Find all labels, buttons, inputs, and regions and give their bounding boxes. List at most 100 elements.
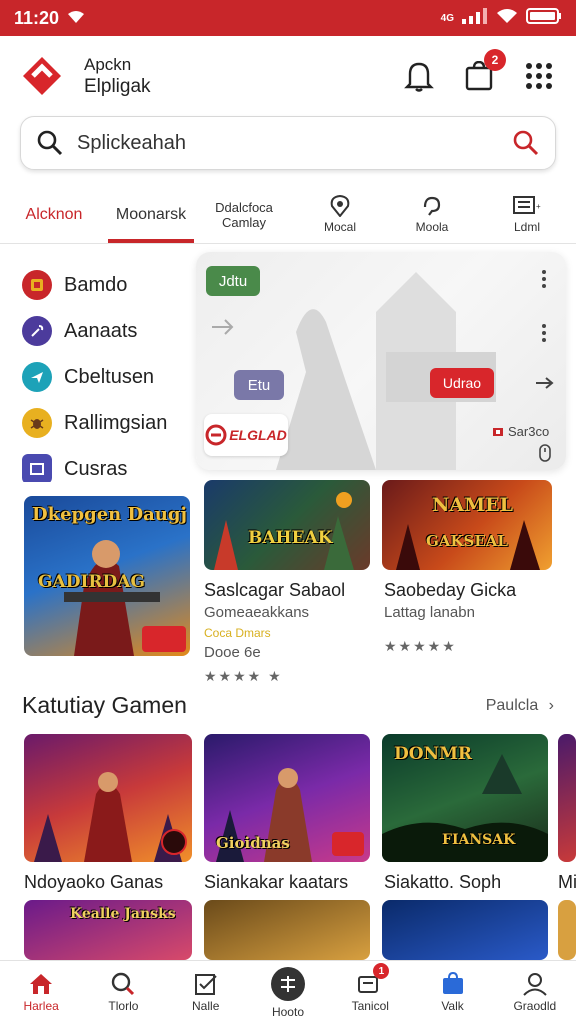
poster-tag <box>142 626 186 652</box>
bell-icon <box>404 62 434 92</box>
cart-button[interactable]: 2 <box>462 49 506 93</box>
game-card-image[interactable] <box>382 900 548 960</box>
card-art-subtitle: FIANSAK <box>442 832 516 848</box>
brand-line1: Apckn <box>84 55 132 74</box>
category-label: Cbeltusen <box>64 365 155 388</box>
tile-art <box>214 492 354 570</box>
nav-profile[interactable]: Graodld <box>494 961 576 1024</box>
tab-label: Ddalcfoca Camlay <box>215 199 273 230</box>
promo-brand-badge: ELGLAD <box>204 414 288 456</box>
list-box-icon: + <box>513 196 541 214</box>
tab-moola[interactable]: Moola <box>386 186 478 243</box>
nav-label: Nalle <box>192 999 220 1013</box>
scroll-indicator-icon <box>539 444 551 462</box>
tab-ldml[interactable]: + Ldml <box>478 186 576 243</box>
card-art-title: DONMR <box>394 744 473 764</box>
more-options-icon[interactable] <box>542 270 546 288</box>
game-title[interactable]: Ndoyaoko Ganas <box>24 872 163 893</box>
tab-label: Ldml <box>513 220 540 234</box>
game-tag: Coca Dmars <box>204 626 271 640</box>
tab-label: Mocal <box>323 220 356 234</box>
category-item-rallimgsian[interactable]: Rallimgsian <box>22 400 192 446</box>
nav-home[interactable]: Harlea <box>0 961 82 1024</box>
category-item-cbeltusen[interactable]: Cbeltusen <box>22 354 192 400</box>
notification-bell-button[interactable] <box>402 59 436 93</box>
promo-info: Sar3co <box>492 424 549 439</box>
search-input[interactable] <box>77 131 513 155</box>
game-subtitle: Lattag lanabn <box>384 604 475 621</box>
app-logo[interactable] <box>20 54 64 98</box>
category-label: Aanaats <box>64 319 138 342</box>
brand-name: Apckn Elpligak <box>84 54 151 98</box>
emblem-icon <box>205 424 227 446</box>
nav-tasks[interactable]: Nalle <box>165 961 247 1024</box>
next-arrow-icon[interactable] <box>534 376 556 390</box>
card-art-title: Gioidnas <box>216 834 290 852</box>
featured-poster[interactable]: Dkepgen Daugj GADIRDAG <box>24 496 190 656</box>
game-title[interactable]: Saslcagar Sabaol <box>204 580 345 601</box>
category-label: Rallimgsian <box>64 411 168 434</box>
game-card-image[interactable] <box>558 900 576 960</box>
tab-alcknon[interactable]: Alcknon <box>0 186 108 243</box>
game-tile-image[interactable]: NAMEL GAKSEAL <box>382 480 552 570</box>
forward-arrow-icon[interactable] <box>210 318 238 336</box>
game-title[interactable]: Saobeday Gicka <box>384 580 516 601</box>
game-subtitle: Gomeaeakkans <box>204 604 310 621</box>
category-item-bamdo[interactable]: Bamdo <box>22 262 192 308</box>
more-options-icon[interactable] <box>542 324 546 342</box>
nav-games[interactable]: Hooto <box>247 961 329 1024</box>
game-card-image[interactable]: DONMR FIANSAK <box>382 734 548 862</box>
tab-label: Moola <box>415 220 449 234</box>
promo-overlay-card[interactable]: Jdtu Etu Udrao ELGLAD Sar3co <box>196 252 566 470</box>
category-label: Cusras <box>64 457 128 480</box>
promo-chip-mid[interactable]: Etu <box>234 370 284 400</box>
controller-icon <box>270 967 305 1001</box>
tv-icon <box>22 454 52 482</box>
brand-line2: Elpligak <box>84 76 151 97</box>
status-time: 11:20 <box>14 7 60 28</box>
nav-label: Tlorlo <box>108 999 139 1013</box>
category-item-cusras[interactable]: Cusras <box>22 446 192 482</box>
app-header: Apckn Elpligak 2 <box>0 36 576 116</box>
bottom-navigation: Harlea Tlorlo Nalle Hooto 1 Tanicol Valk… <box>0 960 576 1024</box>
game-tile-image[interactable]: BAHEAK <box>204 480 370 570</box>
game-title[interactable]: Siankakar kaatars <box>204 872 348 893</box>
game-card-image[interactable] <box>558 734 576 862</box>
search-bar <box>20 116 556 170</box>
plane-icon <box>22 362 52 392</box>
nav-label: Harlea <box>23 999 59 1013</box>
refresh-icon <box>423 196 441 216</box>
game-card-image[interactable]: Kealle Jansks <box>24 900 192 960</box>
ticket-icon <box>493 427 503 436</box>
nav-search[interactable]: Tlorlo <box>82 961 164 1024</box>
game-card-image[interactable]: Gioidnas <box>204 734 370 862</box>
category-item-aanaats[interactable]: Aanaats <box>22 308 192 354</box>
tile-art-title: NAMEL <box>432 494 513 516</box>
game-title[interactable]: Mi <box>558 872 576 893</box>
notification-badge: 2 <box>484 49 506 71</box>
bag-icon <box>442 972 463 994</box>
nav-label: Valk <box>441 999 464 1013</box>
wrench-icon <box>22 316 52 346</box>
search-icon <box>37 130 63 156</box>
search-icon <box>112 972 135 996</box>
section-title: Katutiay Gamen <box>22 692 187 718</box>
nav-bag[interactable]: Valk <box>411 961 493 1024</box>
category-list: Bamdo Aanaats Cbeltusen Rallimgsian Cusr… <box>22 262 192 482</box>
tab-ddalcfoca[interactable]: Ddalcfoca Camlay <box>194 186 294 243</box>
status-bar: 11:20 4G <box>0 0 576 36</box>
tab-moonarsk[interactable]: Moonarsk <box>108 186 194 243</box>
see-all-link[interactable]: Paulcla › <box>486 697 554 715</box>
game-card-image[interactable] <box>24 734 192 862</box>
signal-icon <box>462 7 488 29</box>
promo-cta-button[interactable]: Udrao <box>430 368 494 398</box>
game-rating: ★★★★★ <box>384 638 457 654</box>
promo-chip-top[interactable]: Jdtu <box>206 266 260 296</box>
nav-chat[interactable]: 1 Tanicol <box>329 961 411 1024</box>
tab-mocal[interactable]: Mocal <box>294 186 386 243</box>
poster-subtitle: GADIRDAG <box>38 572 145 592</box>
game-card-image[interactable] <box>204 900 370 960</box>
apps-grid-button[interactable] <box>522 59 556 93</box>
game-title[interactable]: Siakatto. Soph <box>384 872 501 893</box>
nav-label: Hooto <box>271 1005 304 1019</box>
